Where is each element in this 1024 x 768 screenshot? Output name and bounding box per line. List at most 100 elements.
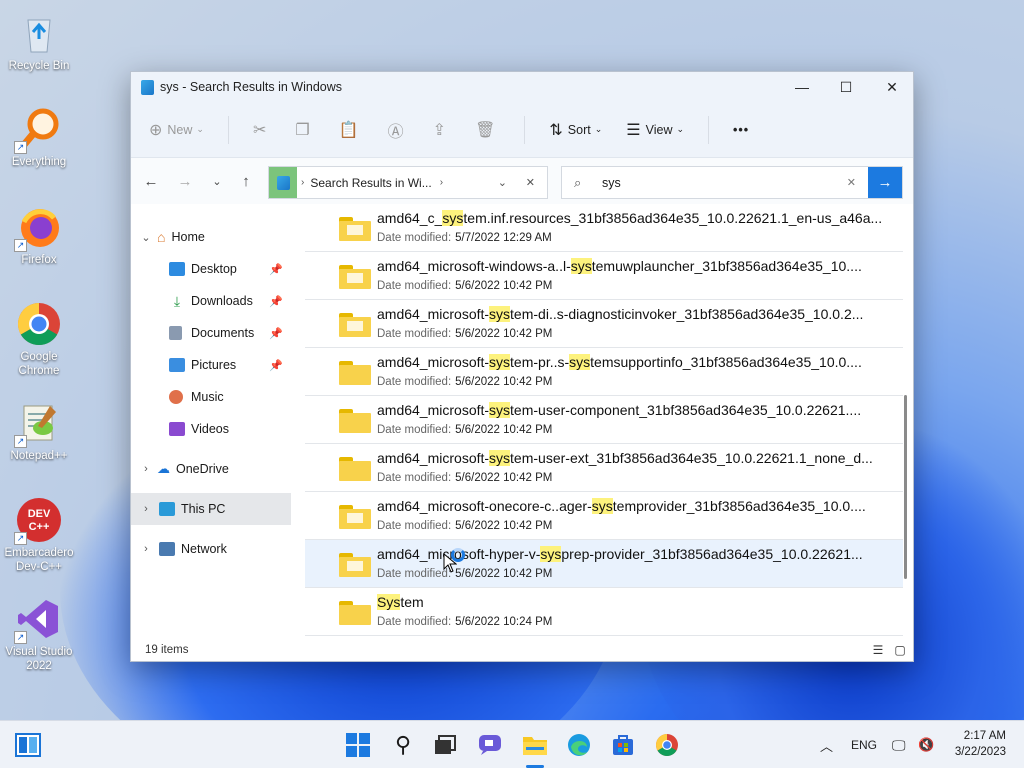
- pin-icon: 📌: [269, 359, 283, 372]
- pictures-icon: [169, 358, 185, 372]
- chat-icon: [479, 735, 501, 755]
- sidebar-item-network[interactable]: › Network: [131, 533, 291, 565]
- result-row[interactable]: System Date modified: 5/6/2022 10:24 PM: [305, 588, 903, 636]
- search-input[interactable]: sys: [602, 176, 621, 190]
- file-name: amd64_microsoft-onecore-c..ager-systempr…: [377, 498, 866, 514]
- delete-button[interactable]: 🗑: [475, 120, 500, 140]
- visual-studio-icon: ↗: [14, 596, 62, 644]
- date-modified: Date modified: 5/7/2022 12:29 AM: [377, 232, 552, 244]
- paste-icon: 📋: [338, 121, 359, 139]
- language-indicator[interactable]: ENG: [851, 721, 877, 768]
- result-row[interactable]: amd64_microsoft-hyper-v-sysprep-provider…: [305, 540, 903, 588]
- clock[interactable]: 2:17 AM 3/22/2023: [955, 728, 1006, 760]
- chat-button[interactable]: [476, 731, 504, 759]
- chevron-up-icon: ︿: [820, 738, 834, 754]
- share-button[interactable]: ⇪: [433, 120, 451, 140]
- clock-date: 3/22/2023: [954, 746, 1006, 758]
- sidebar-item-documents[interactable]: Documents 📌: [131, 317, 291, 349]
- result-row[interactable]: amd64_microsoft-system-user-ext_31bf3856…: [305, 444, 903, 492]
- taskbar-chrome[interactable]: [653, 731, 681, 759]
- desktop-icon-chrome[interactable]: Google Chrome: [0, 301, 78, 378]
- new-button[interactable]: ⊕ New ⌄: [149, 120, 204, 140]
- sidebar-item-downloads[interactable]: ⤓ Downloads 📌: [131, 285, 291, 317]
- search-go-button[interactable]: →: [868, 167, 902, 198]
- result-row[interactable]: amd64_microsoft-system-di..s-diagnostici…: [305, 300, 903, 348]
- desktop-icon-label: Recycle Bin: [8, 60, 70, 72]
- desktop-icon-dev-cpp[interactable]: DEV C++ ↗ Embarcadero Dev-C++: [0, 497, 78, 574]
- cut-button[interactable]: ✂: [253, 120, 271, 140]
- sidebar-item-videos[interactable]: Videos: [131, 413, 291, 445]
- sidebar-item-music[interactable]: Music: [131, 381, 291, 413]
- result-row[interactable]: amd64_microsoft-windows-a..l-systemuwpla…: [305, 252, 903, 300]
- taskbar: ⚲ ︿ ENG 🖵 🔇 2:17 AM 3/22/2023: [0, 720, 1024, 768]
- title-bar[interactable]: sys - Search Results in Windows — ☐ ✕: [131, 72, 913, 102]
- volume-muted-icon[interactable]: 🔇: [918, 721, 934, 768]
- rename-button[interactable]: Ⓐ: [388, 118, 409, 142]
- see-more-button[interactable]: •••: [733, 123, 749, 137]
- taskbar-store[interactable]: [609, 731, 637, 759]
- details-view-icon[interactable]: ☰: [871, 643, 885, 657]
- svg-text:C++: C++: [29, 521, 50, 533]
- view-button[interactable]: ☰ View ⌄: [626, 120, 684, 140]
- recent-locations-button[interactable]: ⌄: [203, 158, 231, 204]
- copy-icon: ❐: [295, 121, 310, 139]
- address-bar[interactable]: › Search Results in Wi... › ⌄ ✕: [268, 166, 548, 199]
- address-dropdown-icon[interactable]: ⌄: [498, 176, 507, 189]
- desktop-icon-visual-studio[interactable]: ↗ Visual Studio 2022: [0, 596, 78, 673]
- up-button[interactable]: ↑: [232, 158, 260, 204]
- chevron-down-icon: ⌄: [594, 124, 603, 134]
- desktop-icon-notepad-plus-plus[interactable]: ↗ Notepad++: [0, 400, 78, 463]
- match-highlight: sys: [569, 354, 591, 370]
- tiles-view-icon[interactable]: ▢: [893, 643, 907, 657]
- widgets-button[interactable]: [14, 731, 42, 759]
- maximize-button[interactable]: ☐: [823, 72, 869, 102]
- date-modified: Date modified: 5/6/2022 10:24 PM: [377, 616, 553, 628]
- result-row[interactable]: amd64_microsoft-system-user-component_31…: [305, 396, 903, 444]
- folder-icon: [339, 265, 371, 289]
- desktop-icon-firefox[interactable]: ↗ Firefox: [0, 204, 78, 267]
- busy-spinner-icon: [451, 548, 465, 562]
- sort-button[interactable]: ⇅ Sort ⌄: [549, 120, 602, 140]
- desktop-icon-everything[interactable]: ↗ Everything: [0, 106, 78, 169]
- firefox-icon: ↗: [14, 204, 62, 252]
- clear-search-icon[interactable]: ✕: [847, 176, 856, 189]
- file-name: amd64_microsoft-system-di..s-diagnostici…: [377, 306, 864, 322]
- breadcrumb[interactable]: Search Results in Wi...: [310, 176, 431, 190]
- folder-icon: [339, 409, 371, 433]
- result-row[interactable]: amd64_microsoft-onecore-c..ager-systempr…: [305, 492, 903, 540]
- sidebar-item-desktop[interactable]: Desktop 📌: [131, 253, 291, 285]
- sidebar-item-onedrive[interactable]: › ☁ OneDrive: [131, 453, 291, 485]
- status-bar: 19 items ☰ ▢: [131, 639, 913, 661]
- chevron-right-icon: ›: [144, 463, 148, 475]
- result-row[interactable]: amd64_microsoft-system-pr..s-systemsuppo…: [305, 348, 903, 396]
- sort-icon: ⇅: [549, 121, 563, 139]
- match-highlight: sys: [540, 546, 562, 562]
- search-box[interactable]: ⌕ sys ✕ →: [561, 166, 903, 199]
- back-button[interactable]: ←: [137, 158, 165, 204]
- videos-icon: [169, 422, 185, 436]
- sidebar-item-this-pc[interactable]: › This PC: [131, 493, 291, 525]
- copy-button[interactable]: ❐: [295, 120, 314, 140]
- start-button[interactable]: [344, 731, 372, 759]
- network-status-icon[interactable]: 🖵: [892, 721, 906, 768]
- sidebar-item-home[interactable]: ⌄ ⌂ Home: [131, 221, 291, 253]
- paste-button[interactable]: 📋: [339, 120, 364, 140]
- taskbar-file-explorer[interactable]: [521, 731, 549, 759]
- chevron-down-icon: ⌄: [676, 124, 685, 134]
- close-button[interactable]: ✕: [869, 72, 915, 102]
- sidebar-item-pictures[interactable]: Pictures 📌: [131, 349, 291, 381]
- vertical-scrollbar[interactable]: [904, 395, 907, 579]
- minimize-button[interactable]: —: [779, 72, 825, 102]
- desktop-icon-label: Firefox: [21, 254, 57, 266]
- edge-icon: [568, 734, 590, 756]
- match-highlight: sys: [570, 258, 592, 274]
- search-button[interactable]: ⚲: [389, 731, 417, 759]
- forward-button[interactable]: →: [171, 158, 199, 204]
- show-hidden-icons-button[interactable]: ︿: [820, 721, 833, 768]
- desktop-icon-recycle-bin[interactable]: Recycle Bin: [0, 10, 78, 73]
- taskbar-edge[interactable]: [565, 731, 593, 759]
- sidebar-item-label: Music: [191, 390, 224, 404]
- result-row[interactable]: amd64_c_system.inf.resources_31bf3856ad3…: [305, 204, 903, 252]
- clear-address-icon[interactable]: ✕: [526, 176, 535, 189]
- task-view-button[interactable]: [431, 731, 459, 759]
